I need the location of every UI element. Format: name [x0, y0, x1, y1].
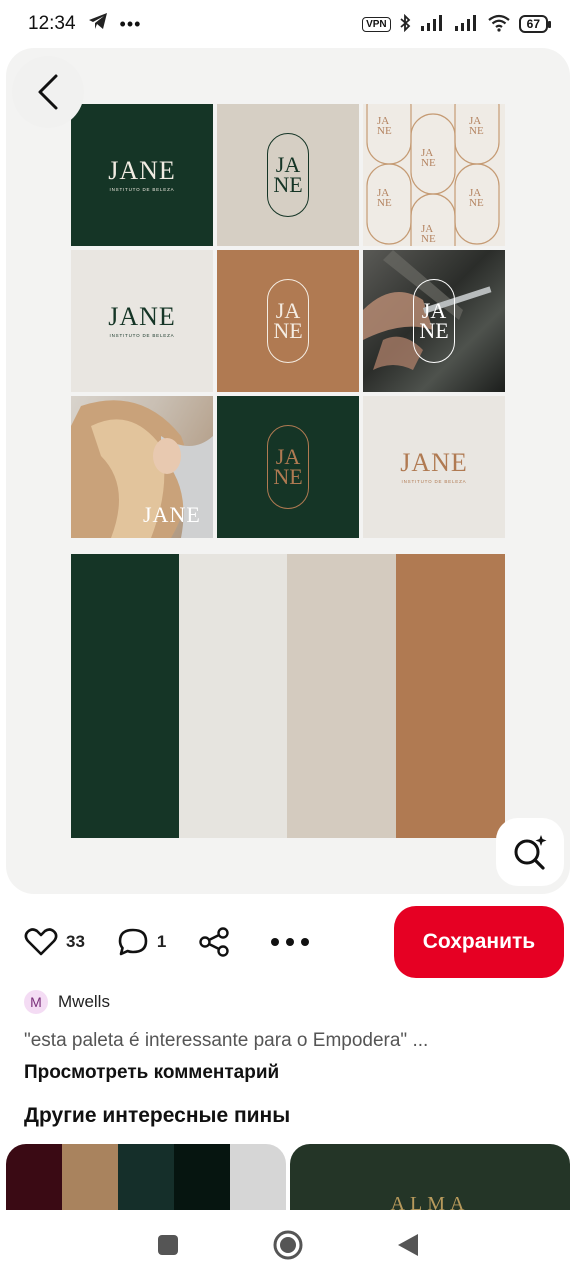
swatch-dark-green [71, 554, 179, 838]
color-palette [71, 554, 505, 838]
monogram-bottom-gold: NE [273, 464, 303, 489]
svg-text:NE: NE [377, 125, 392, 137]
signal-icon-1 [419, 14, 445, 34]
tile-monogram-green: JA NE [217, 396, 359, 538]
status-right: VPN 67 [362, 13, 552, 35]
monogram-pattern-image: JANE JANE JANE JANE JANE JANE [366, 104, 500, 246]
tile-logo-tan: JANE INSTITUTO DE BELEZA [363, 396, 505, 538]
comment-button[interactable]: 1 [117, 927, 166, 957]
more-notifications-icon: ••• [119, 13, 142, 34]
pin-author[interactable]: M Mwells [24, 990, 110, 1014]
monogram-bottom-photo: NE [419, 318, 449, 343]
brand-tagline-green: INSTITUTO DE BELEZA [109, 333, 175, 338]
more-pins-heading: Другие интересные пины [24, 1104, 291, 1127]
save-button[interactable]: Сохранить [394, 906, 564, 978]
pin-description[interactable]: "esta paleta é interessante para o Empod… [24, 1030, 554, 1052]
tile-woman-photo: JANE [71, 396, 213, 538]
monogram-bottom-white: NE [273, 318, 303, 343]
vpn-badge: VPN [362, 16, 391, 32]
brand-tagline: INSTITUTO DE BELEZA [109, 187, 175, 192]
more-dots-icon [271, 938, 310, 946]
like-button[interactable]: 33 [24, 927, 85, 957]
wifi-icon [487, 14, 511, 35]
chevron-left-icon [38, 74, 58, 110]
svg-text:NE: NE [469, 125, 484, 137]
monogram-bottom: NE [273, 172, 303, 197]
comment-count: 1 [156, 932, 167, 951]
brand-wordmark-green: JANE [108, 302, 176, 331]
recents-icon[interactable] [156, 1233, 180, 1257]
svg-text:NE: NE [469, 197, 484, 209]
heart-icon [24, 928, 58, 956]
monogram-oval-white: JA NE [267, 279, 309, 363]
bluetooth-icon [399, 13, 411, 35]
pin-actions: 33 1 Сохранить [24, 906, 564, 978]
signal-icon-2 [453, 14, 479, 34]
rec-swatch-5 [230, 1144, 286, 1210]
tile-pattern: JA NE JA NE JA NE JA NE JA NE JA NE [363, 104, 505, 246]
telegram-icon [88, 12, 108, 36]
monogram-oval: JA NE [267, 133, 309, 217]
tile-hair-cut-photo: JA NE [363, 250, 505, 392]
visual-search-button[interactable] [496, 818, 564, 886]
svg-text:NE: NE [421, 233, 436, 245]
like-count: 33 [66, 932, 85, 951]
brand-board-grid: JANE INSTITUTO DE BELEZA JA NE JA NE JA … [71, 104, 505, 538]
recommended-pin-palette[interactable] [6, 1144, 286, 1210]
swatch-beige [287, 554, 396, 838]
rec-swatch-1 [6, 1144, 62, 1210]
lens-search-icon [514, 835, 547, 870]
tile-logo-green: JANE INSTITUTO DE BELEZA [71, 104, 213, 246]
share-button[interactable] [198, 927, 230, 957]
share-icon [199, 927, 230, 957]
brand-tagline-tan: INSTITUTO DE BELEZA [401, 479, 467, 484]
recommended-pin-alma[interactable]: ALMA [290, 1144, 570, 1210]
swatch-tan [396, 554, 505, 838]
system-nav-bar [0, 1210, 576, 1280]
svg-text:NE: NE [421, 157, 436, 169]
swatch-off-white [179, 554, 287, 838]
svg-text:NE: NE [377, 197, 392, 209]
monogram-oval-photo: JA NE [413, 279, 455, 363]
rec-swatch-3 [118, 1144, 174, 1210]
tile-logo-light: JANE INSTITUTO DE BELEZA [71, 250, 213, 392]
more-options-button[interactable] [270, 937, 310, 947]
tile-monogram-beige: JA NE [217, 104, 359, 246]
brand-wordmark-photo: JANE [143, 502, 201, 527]
battery-indicator: 67 [518, 15, 552, 33]
author-name: Mwells [58, 992, 110, 1011]
status-bar: 12:34 ••• VPN 67 [0, 0, 576, 48]
back-button[interactable] [12, 56, 84, 128]
status-left: 12:34 ••• [28, 12, 141, 36]
pin-image-card[interactable]: JANE INSTITUTO DE BELEZA JA NE JA NE JA … [6, 48, 570, 894]
brand-wordmark: JANE [108, 156, 176, 185]
clock: 12:34 [28, 13, 76, 34]
rec-swatch-4 [174, 1144, 230, 1210]
comment-icon [118, 928, 148, 956]
tile-monogram-tan: JA NE [217, 250, 359, 392]
back-nav-icon[interactable] [396, 1232, 420, 1258]
rec-swatch-2 [62, 1144, 118, 1210]
brand-wordmark-tan: JANE [400, 448, 468, 477]
alma-logo-text: ALMA [390, 1193, 470, 1210]
avatar: M [24, 990, 48, 1014]
monogram-oval-gold: JA NE [267, 425, 309, 509]
view-comments-link[interactable]: Просмотреть комментарий [24, 1062, 279, 1084]
home-icon[interactable] [272, 1229, 304, 1261]
